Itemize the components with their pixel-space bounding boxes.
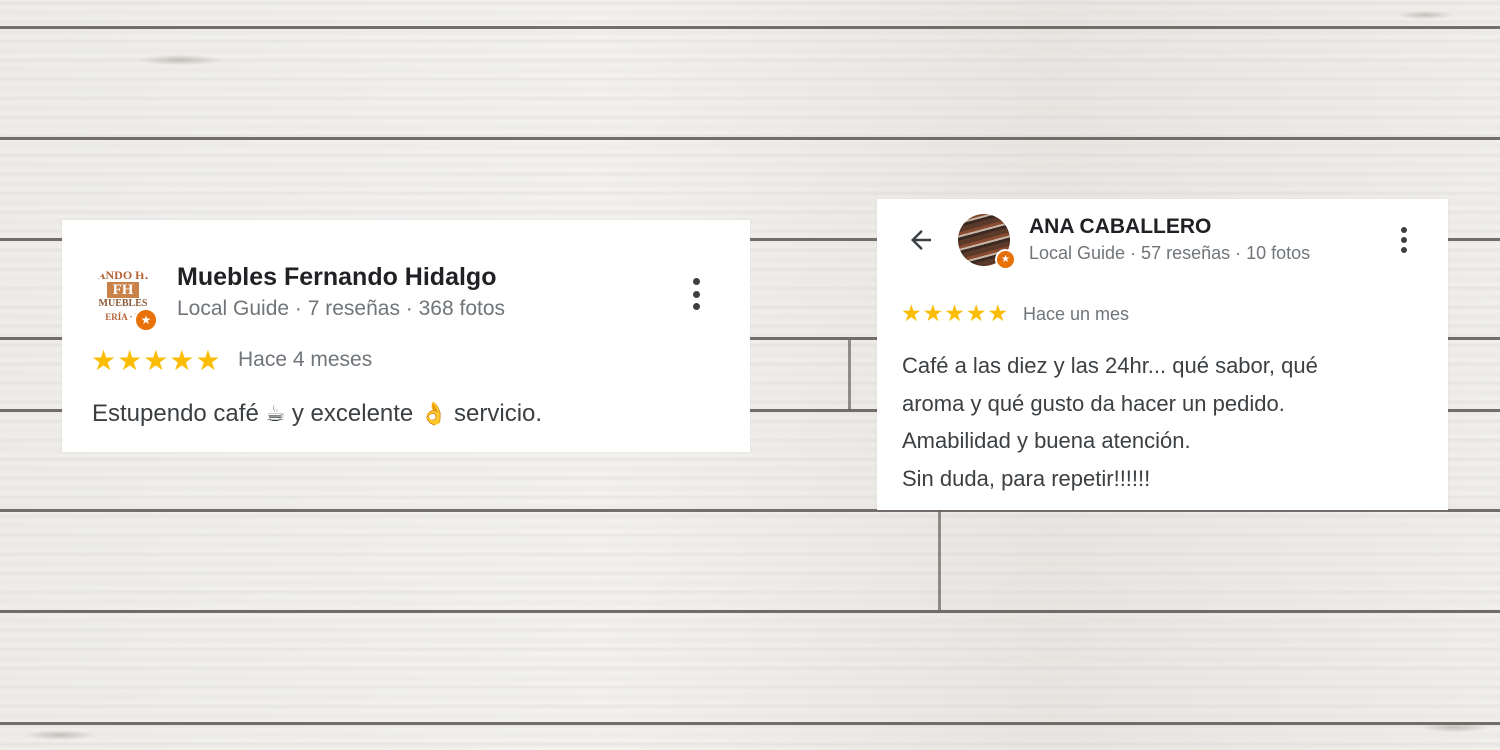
more-vert-icon[interactable] <box>690 278 702 310</box>
plank-seam <box>938 510 941 610</box>
review-text-part: y excelente <box>285 400 420 427</box>
plank-divider <box>0 26 1500 29</box>
star-rating: ★★★★★ <box>91 345 222 376</box>
dot <box>1401 227 1407 233</box>
review-date: Hace un mes <box>1023 304 1130 324</box>
review-line: aroma y qué gusto da hacer un pedido. <box>902 390 1285 416</box>
review-line: Sin duda, para repetir!!!!!! <box>902 465 1151 491</box>
dot <box>692 303 700 310</box>
review-text-part: Estupendo café <box>92 400 266 427</box>
logo-initials: FH <box>106 282 140 298</box>
reviewer-name[interactable]: ANA CABALLERO <box>1029 215 1211 239</box>
avatar[interactable]: ★ <box>958 214 1016 270</box>
plank-seam <box>848 340 851 410</box>
review-text: Café a las diez y las 24hr... qué sabor,… <box>902 347 1432 497</box>
dot <box>1401 237 1407 243</box>
review-line: Café a las diez y las 24hr... qué sabor,… <box>902 353 1318 378</box>
plank-divider <box>0 722 1500 725</box>
review-text: Estupendo café ☕ y excelente 👌 servicio. <box>92 400 542 428</box>
coffee-icon: ☕ <box>265 402 286 427</box>
dot <box>1401 247 1407 253</box>
review-date: Hace 4 meses <box>238 348 373 371</box>
plank-divider <box>0 610 1500 613</box>
local-guide-badge-icon: ★ <box>134 308 158 332</box>
avatar[interactable]: ANDO HI FH MUEBLES ERÍA · E ★ <box>92 266 158 332</box>
reviewer-meta: Local Guide · 7 reseñas · 368 fotos <box>177 297 506 320</box>
logo-text: ANDO HI <box>96 268 150 282</box>
review-card: ★ ANA CABALLERO Local Guide · 57 reseñas… <box>877 199 1448 510</box>
more-vert-icon[interactable] <box>1398 227 1410 253</box>
plank-divider <box>0 137 1500 140</box>
reviewer-meta: Local Guide · 57 reseñas · 10 fotos <box>1029 243 1311 263</box>
arrow-back-icon[interactable] <box>905 225 937 255</box>
review-card: ANDO HI FH MUEBLES ERÍA · E ★ Muebles Fe… <box>62 220 750 452</box>
reviewer-name[interactable]: Muebles Fernando Hidalgo <box>177 263 496 292</box>
dot <box>692 278 700 285</box>
dot <box>692 290 700 298</box>
local-guide-badge-icon: ★ <box>995 249 1016 270</box>
ok-hand-icon: 👌 <box>419 402 448 427</box>
review-line: Amabilidad y buena atención. <box>902 428 1191 453</box>
star-rating: ★★★★★ <box>901 300 1010 326</box>
review-text-part: servicio. <box>447 400 543 427</box>
logo-mark: FH <box>92 282 154 299</box>
